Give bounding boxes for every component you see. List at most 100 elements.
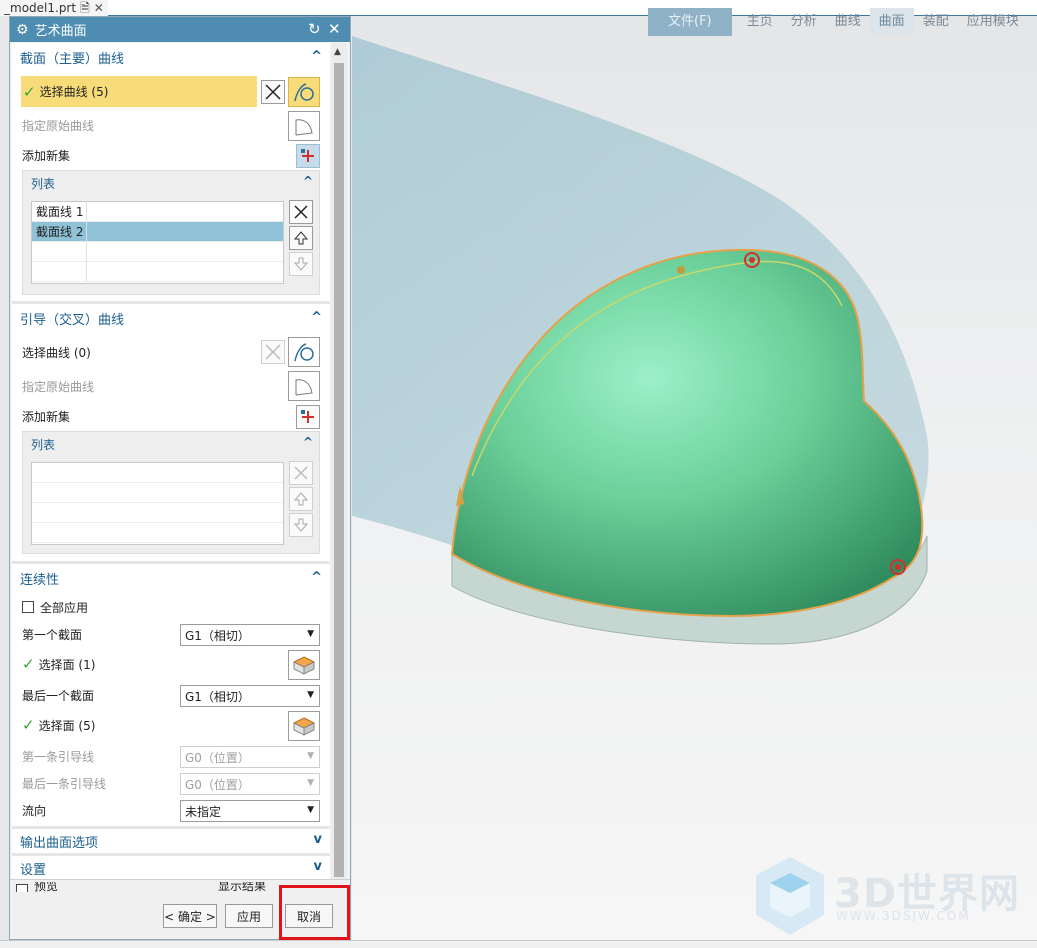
list-item[interactable]: [32, 261, 283, 282]
delete-icon: [294, 205, 308, 219]
guide-list-group: 列表 ^: [22, 431, 320, 554]
list-item-selected[interactable]: 截面线 2: [32, 221, 283, 242]
guide-add-new-set-button[interactable]: [296, 405, 320, 429]
add-set-icon: [301, 410, 314, 423]
apply-all-row[interactable]: 全部应用: [12, 593, 330, 621]
reset-icon[interactable]: ↻: [308, 20, 321, 38]
guide-curve-rule-button[interactable]: [288, 337, 320, 367]
add-new-set-label: 添加新集: [22, 148, 71, 163]
preview-label: 预览: [34, 882, 59, 892]
list-item-label: [32, 241, 87, 262]
tab-curve[interactable]: 曲线: [826, 8, 870, 36]
specify-origin-label: 指定原始曲线: [22, 118, 95, 133]
curve-select-icon: [294, 83, 314, 102]
preview-checkbox[interactable]: [16, 884, 28, 892]
collapse-icon[interactable]: ^: [303, 435, 313, 449]
expand-icon[interactable]: v: [314, 859, 322, 874]
guide-move-up-button[interactable]: [289, 487, 313, 511]
dialog-titlebar: ⚙ 艺术曲面 ↻ ✕: [10, 17, 350, 42]
select-curve-row[interactable]: ✓ 选择曲线 (5): [21, 76, 257, 107]
list-title: 列表: [31, 437, 56, 452]
gear-icon[interactable]: ⚙: [16, 22, 29, 38]
list-item[interactable]: 截面线 1: [32, 201, 283, 222]
output-options-header[interactable]: 输出曲面选项 v: [12, 829, 330, 853]
last-guide-dropdown[interactable]: G0（位置） ▼: [180, 773, 320, 795]
guide-add-new-set-row: 添加新集: [12, 402, 330, 430]
list-item[interactable]: [32, 241, 283, 262]
move-up-button[interactable]: [289, 226, 313, 250]
primary-list-header[interactable]: 列表 ^: [23, 171, 319, 195]
chevron-down-icon: ▼: [307, 778, 314, 788]
remove-item-button[interactable]: [289, 200, 313, 224]
first-section-dropdown[interactable]: G1（相切） ▼: [180, 624, 320, 646]
tab-surface[interactable]: 曲面: [869, 8, 914, 36]
guide-remove-item-button[interactable]: [289, 461, 313, 485]
tab-assembly[interactable]: 装配: [914, 8, 958, 36]
expand-icon[interactable]: v: [314, 832, 322, 847]
deselect-curve-button[interactable]: [261, 80, 285, 104]
ribbon-tabs: 文件(F) 主页 分析 曲线 曲面 装配 应用模块: [648, 8, 1028, 36]
ok-button[interactable]: < 确定 >: [163, 904, 217, 928]
cross-select-icon: [265, 344, 281, 360]
checkmark-icon: ✓: [22, 655, 35, 673]
cross-select-icon: [265, 84, 281, 100]
select-face-1-row[interactable]: ✓ 选择面 (1): [12, 650, 330, 678]
apply-all-checkbox[interactable]: [22, 601, 34, 613]
scroll-up-icon[interactable]: ▲: [334, 47, 341, 57]
collapse-icon[interactable]: ^: [311, 570, 322, 585]
guide-specify-origin-button[interactable]: [288, 371, 320, 401]
select-face-2-row[interactable]: ✓ 选择面 (5): [12, 711, 330, 739]
checkmark-icon: ✓: [23, 82, 36, 101]
select-face-2-label: 选择面 (5): [38, 718, 96, 733]
collapse-icon[interactable]: ^: [311, 310, 322, 325]
face-select-icon: [292, 656, 316, 675]
add-new-set-button[interactable]: [296, 144, 320, 168]
arrow-up-icon: [293, 231, 309, 245]
guide-move-down-button[interactable]: [289, 513, 313, 537]
guide-specify-origin-label: 指定原始曲线: [22, 379, 95, 394]
file-tab[interactable]: _model1.prt 🗎 ✕: [0, 0, 108, 16]
flow-direction-dropdown[interactable]: 未指定 ▼: [180, 800, 320, 822]
list-item[interactable]: [32, 503, 283, 523]
dialog-body: 截面（主要）曲线 ^ ✓ 选择曲线 (5) 指定原始曲线 添加新集 列表 ^ 截…: [12, 43, 330, 879]
collapse-icon[interactable]: ^: [303, 174, 313, 188]
tab-applications[interactable]: 应用模块: [958, 8, 1028, 36]
tab-home[interactable]: 主页: [738, 8, 782, 36]
last-section-dropdown[interactable]: G1（相切） ▼: [180, 685, 320, 707]
scroll-thumb[interactable]: [334, 63, 344, 877]
cube-logo: [756, 857, 824, 935]
first-section-value: G1（相切）: [185, 628, 250, 643]
checkmark-icon: ✓: [22, 716, 35, 734]
guide-list-header[interactable]: 列表 ^: [23, 432, 319, 456]
list-item-label: 截面线 1: [32, 201, 87, 222]
guide-section-header[interactable]: 引导（交叉）曲线 ^: [12, 304, 330, 332]
close-tab-icon[interactable]: ✕: [94, 1, 104, 15]
dialog-scrollbar[interactable]: ▲: [331, 43, 347, 883]
chevron-down-icon: ▼: [307, 629, 314, 639]
list-item[interactable]: [32, 463, 283, 483]
select-face-2-button[interactable]: [288, 711, 320, 741]
apply-button[interactable]: 应用: [225, 904, 273, 928]
continuity-header[interactable]: 连续性 ^: [12, 564, 330, 592]
move-down-button[interactable]: [289, 252, 313, 276]
collapse-icon[interactable]: ^: [311, 49, 322, 64]
primary-section-header[interactable]: 截面（主要）曲线 ^: [12, 43, 330, 71]
list-item[interactable]: [32, 523, 283, 543]
arrow-down-icon: [293, 257, 309, 271]
settings-header[interactable]: 设置 v: [12, 856, 330, 879]
specify-origin-button[interactable]: [288, 111, 320, 141]
select-face-1-button[interactable]: [288, 650, 320, 680]
curve-rule-button[interactable]: [288, 77, 320, 107]
watermark-url: WWW.3DSJW.COM: [836, 909, 971, 923]
delete-icon: [294, 466, 308, 480]
face-select-icon: [292, 717, 316, 736]
guide-deselect-button[interactable]: [261, 340, 285, 364]
tab-analysis[interactable]: 分析: [782, 8, 826, 36]
close-icon[interactable]: ✕: [328, 20, 341, 38]
tab-file[interactable]: 文件(F): [648, 8, 732, 36]
graphics-viewport[interactable]: [352, 16, 1037, 940]
flow-direction-label: 流向: [22, 803, 47, 818]
list-item[interactable]: [32, 483, 283, 503]
first-guide-dropdown[interactable]: G0（位置） ▼: [180, 746, 320, 768]
add-set-icon: [301, 149, 314, 162]
